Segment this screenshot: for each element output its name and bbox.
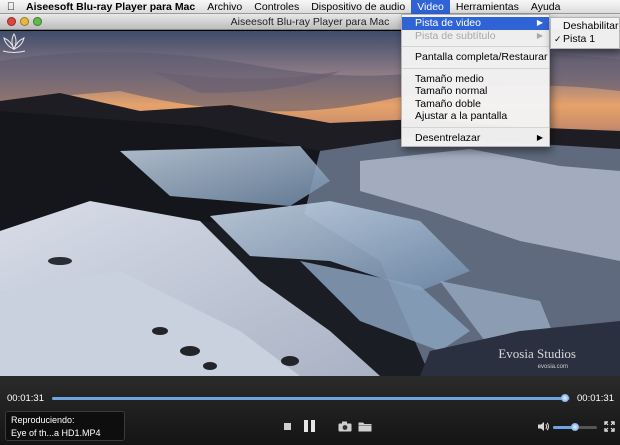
video-menu-dropdown: Pista de video ▶ Pista de subtítulo ▶ Pa… xyxy=(401,14,550,147)
current-time: 00:01:31 xyxy=(7,393,44,404)
menu-item-label: Pista de subtítulo xyxy=(415,29,496,42)
now-playing-box: Reproduciendo: Eye of th...a HD1.MP4 xyxy=(5,411,125,441)
minimize-window-button[interactable] xyxy=(20,17,29,26)
now-playing-file: Eye of th...a HD1.MP4 xyxy=(11,428,101,438)
pause-button[interactable] xyxy=(301,419,317,433)
menu-item-tamano-normal[interactable]: Tamaño normal xyxy=(402,85,549,98)
volume-handle[interactable] xyxy=(571,423,579,431)
submenu-item-label: Deshabilitar xyxy=(563,20,619,32)
menu-separator xyxy=(402,67,549,69)
checkmark-icon: ✓ xyxy=(554,34,562,44)
menu-app[interactable]: Aiseesoft Blu-ray Player para Mac xyxy=(22,0,201,14)
video-track-submenu: Deshabilitar ✓ Pista 1 xyxy=(550,17,620,49)
speaker-icon xyxy=(537,421,549,431)
fullscreen-button[interactable] xyxy=(603,419,616,433)
menu-item-tamano-doble[interactable]: Tamaño doble xyxy=(402,98,549,111)
menu-ayuda[interactable]: Ayuda xyxy=(525,0,567,14)
menu-bar:  Aiseesoft Blu-ray Player para Mac Arch… xyxy=(0,0,620,14)
snapshot-button[interactable] xyxy=(337,419,352,433)
seek-bar-fill xyxy=(52,397,565,400)
close-window-button[interactable] xyxy=(7,17,16,26)
lotus-logo-icon xyxy=(2,32,26,53)
zoom-window-button[interactable] xyxy=(33,17,42,26)
menu-item-label: Desentrelazar xyxy=(415,131,481,144)
submenu-arrow-icon: ▶ xyxy=(536,18,543,27)
camera-icon xyxy=(338,421,351,431)
stop-icon xyxy=(283,422,291,430)
total-time: 00:01:31 xyxy=(577,393,614,404)
volume-slider[interactable] xyxy=(553,423,597,431)
menu-controles[interactable]: Controles xyxy=(248,0,305,14)
stop-button[interactable] xyxy=(281,419,293,433)
menu-item-label: Pista de video xyxy=(415,17,481,29)
folder-icon xyxy=(358,422,371,431)
video-watermark-url: evosia.com xyxy=(537,364,568,370)
menu-separator xyxy=(402,126,549,128)
window-controls xyxy=(0,17,42,26)
menu-item-pista-de-subtitulo: Pista de subtítulo ▶ xyxy=(402,30,549,43)
menu-video[interactable]: Video xyxy=(411,0,450,14)
video-watermark: Evosia Studios xyxy=(498,346,576,361)
menu-item-pista-de-video[interactable]: Pista de video ▶ xyxy=(402,17,549,30)
player-controls: 00:01:31 00:01:31 Reproduciendo: Eye of … xyxy=(0,376,620,445)
volume-button[interactable] xyxy=(536,419,550,433)
open-folder-button[interactable] xyxy=(357,419,372,433)
submenu-item-label: Pista 1 xyxy=(563,33,596,45)
menu-herramientas[interactable]: Herramientas xyxy=(450,0,525,14)
menu-item-pantalla-completa[interactable]: Pantalla completa/Restaurar xyxy=(402,51,549,64)
menu-separator xyxy=(402,46,549,47)
seek-bar[interactable] xyxy=(52,394,570,402)
submenu-item-pista-1[interactable]: ✓ Pista 1 xyxy=(551,33,619,46)
now-playing-label: Reproduciendo: xyxy=(11,415,75,425)
fullscreen-icon xyxy=(604,420,615,432)
menu-item-tamano-medio[interactable]: Tamaño medio xyxy=(402,73,549,86)
seek-bar-handle[interactable] xyxy=(560,394,569,402)
menu-archivo[interactable]: Archivo xyxy=(201,0,248,14)
menu-item-desentrelazar[interactable]: Desentrelazar ▶ xyxy=(402,132,549,145)
pause-icon xyxy=(303,420,315,432)
submenu-arrow-icon: ▶ xyxy=(536,132,543,142)
apple-icon[interactable]:  xyxy=(0,1,22,13)
menu-dispositivo-audio[interactable]: Dispositivo de audio xyxy=(305,0,411,14)
submenu-arrow-icon: ▶ xyxy=(536,30,543,40)
menu-item-ajustar-pantalla[interactable]: Ajustar a la pantalla xyxy=(402,110,549,123)
submenu-item-deshabilitar[interactable]: Deshabilitar xyxy=(551,20,619,33)
